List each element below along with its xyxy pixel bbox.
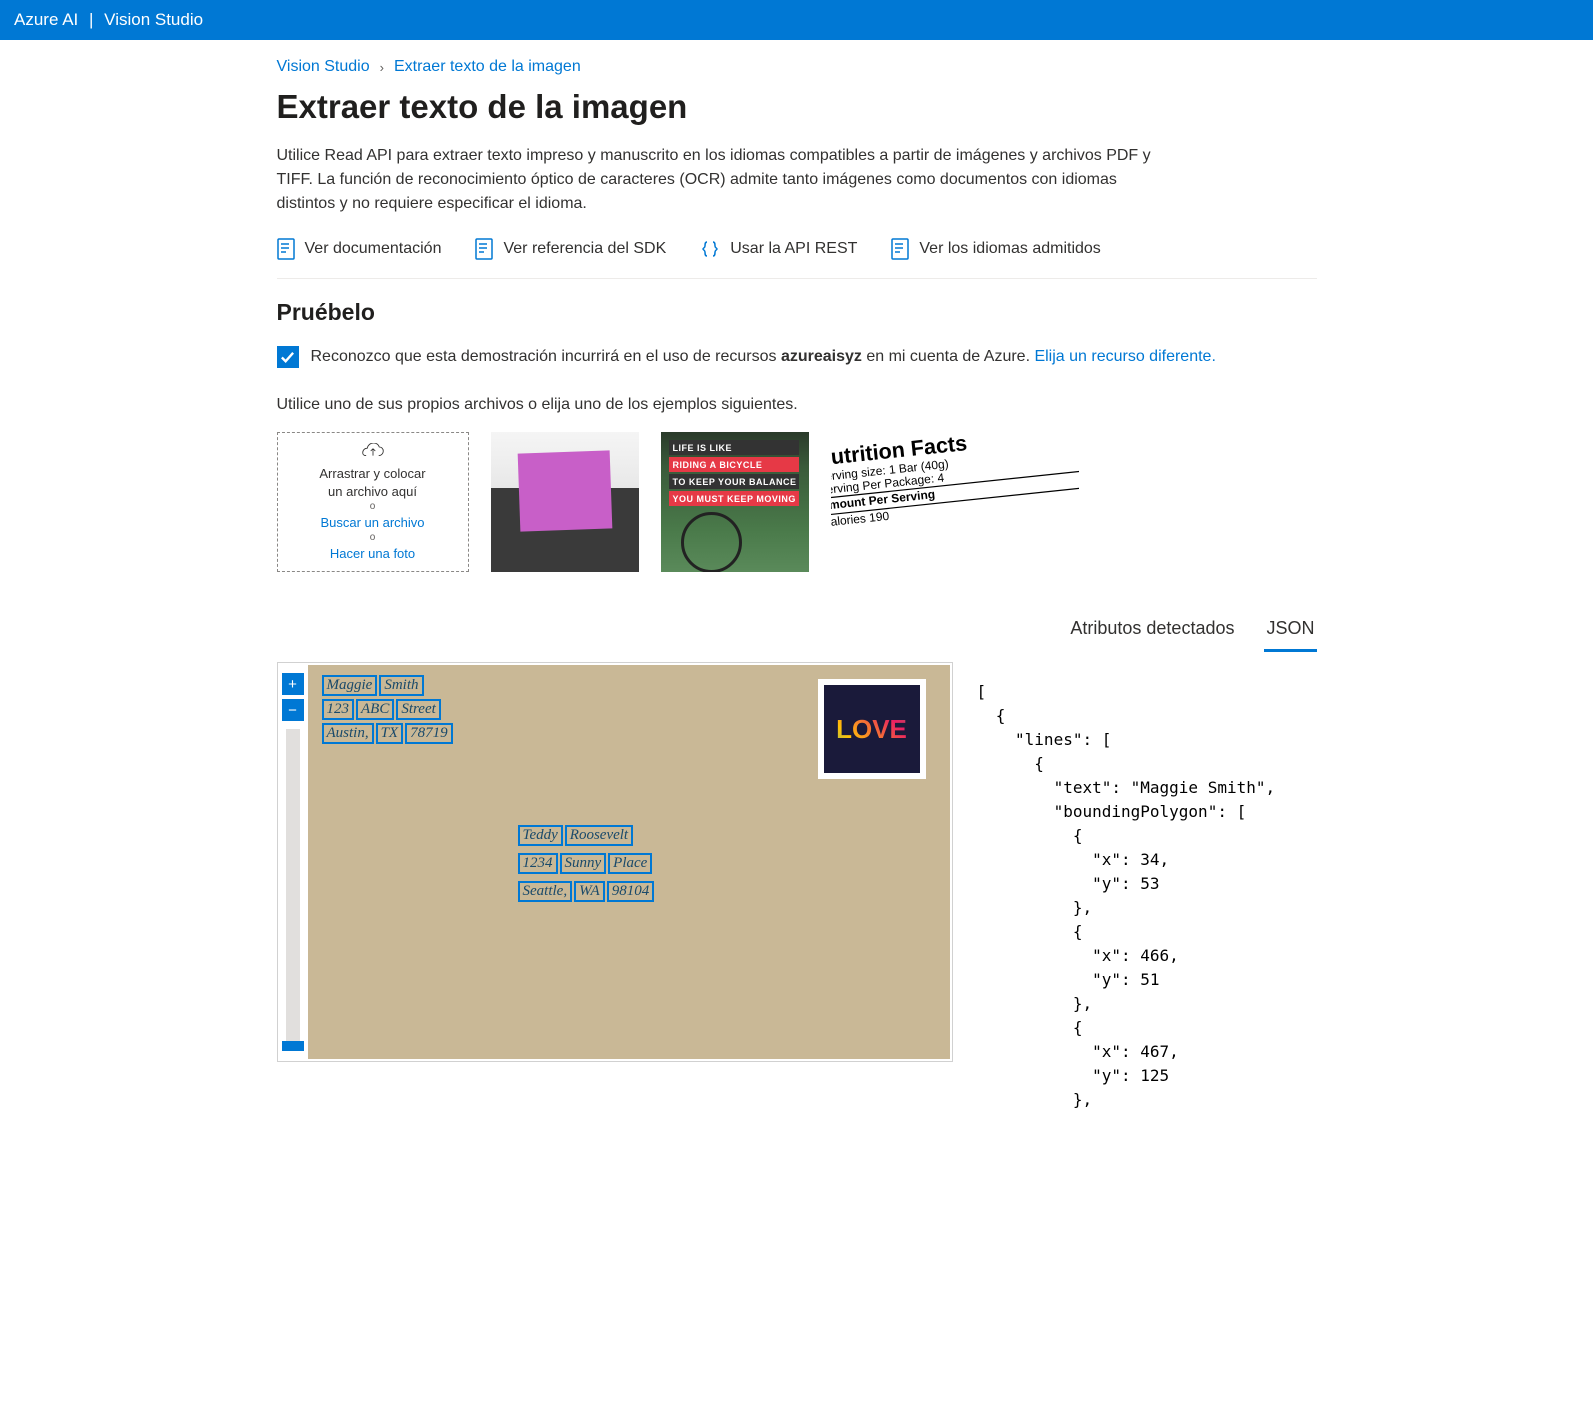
browse-file-link[interactable]: Buscar un archivo — [320, 515, 424, 530]
sample2-line3: TO KEEP YOUR BALANCE — [669, 474, 799, 489]
det-sender-state: TX — [376, 723, 404, 744]
brand-link[interactable]: Azure AI — [14, 10, 78, 29]
upload-or-1: o — [370, 502, 376, 512]
json-output[interactable]: [ { "lines": [ { "text": "Maggie Smith",… — [977, 662, 1276, 1112]
link-rest-api[interactable]: Usar la API REST — [700, 238, 857, 260]
link-supported-languages[interactable]: Ver los idiomas admitidos — [891, 238, 1100, 260]
check-icon — [280, 350, 295, 365]
upload-dropzone[interactable]: Arrastrar y colocar un archivo aquí o Bu… — [277, 432, 469, 572]
sample-image-nutrition[interactable]: Nutrition Facts Serving size: 1 Bar (40g… — [831, 432, 1079, 572]
sample2-line4: YOU MUST KEEP MOVING — [669, 491, 799, 506]
ack-resource-name: azureaisyz — [781, 348, 862, 365]
zoom-out-button[interactable]: − — [282, 699, 304, 721]
link-rest-label: Usar la API REST — [730, 240, 857, 258]
page-title: Extraer texto de la imagen — [277, 88, 1317, 126]
det-recip-state: WA — [574, 881, 605, 902]
upload-drag-label-1: Arrastrar y colocar — [319, 466, 425, 481]
det-sender-zip: 78719 — [405, 723, 453, 744]
cloud-upload-icon — [353, 443, 393, 459]
header-separator: | — [89, 10, 93, 29]
breadcrumb-root[interactable]: Vision Studio — [277, 58, 370, 76]
det-recip-st: Sunny — [560, 853, 607, 874]
acknowledgement-text: Reconozco que esta demostración incurrir… — [311, 346, 1216, 368]
braces-icon — [700, 239, 720, 259]
det-sender-st2: Street — [396, 699, 440, 720]
det-recip-zip: 98104 — [607, 881, 655, 902]
link-documentation-label: Ver documentación — [305, 240, 442, 258]
zoom-in-button[interactable]: + — [282, 673, 304, 695]
sample-instruction: Utilice uno de sus propios archivos o el… — [277, 396, 1317, 414]
det-recip-first: Teddy — [518, 825, 563, 846]
samples-row: Arrastrar y colocar un archivo aquí o Bu… — [277, 432, 1317, 572]
product-link[interactable]: Vision Studio — [104, 10, 203, 29]
acknowledgement-row: Reconozco que esta demostración incurrir… — [277, 346, 1317, 368]
take-photo-link[interactable]: Hacer una foto — [330, 546, 415, 561]
det-recip-st2: Place — [608, 853, 652, 874]
det-recip-city: Seattle, — [518, 881, 573, 902]
det-recip-last: Roosevelt — [565, 825, 633, 846]
page-description: Utilice Read API para extraer texto impr… — [277, 144, 1167, 216]
result-envelope-image[interactable]: MaggieSmith 123ABCStreet Austin,TX78719 … — [308, 665, 950, 1059]
doc-links-row: Ver documentación Ver referencia del SDK… — [277, 238, 1317, 279]
sample2-line1: LIFE IS LIKE — [669, 440, 799, 455]
det-sender-last: Smith — [379, 675, 423, 696]
document-icon — [891, 238, 909, 260]
upload-drag-label-2: un archivo aquí — [328, 484, 417, 499]
results-tabs: Atributos detectados JSON — [277, 612, 1317, 652]
breadcrumb-current: Extraer texto de la imagen — [394, 58, 581, 76]
zoom-control: + − — [278, 663, 308, 1061]
choose-different-resource-link[interactable]: Elija un recurso diferente. — [1034, 348, 1215, 365]
det-sender-st: ABC — [356, 699, 394, 720]
document-icon — [475, 238, 493, 260]
results-area: + − MaggieSmith 123ABCStreet Austin,TX78… — [277, 662, 1317, 1112]
sample-image-bicycle[interactable]: LIFE IS LIKE RIDING A BICYCLE TO KEEP YO… — [661, 432, 809, 572]
tab-json[interactable]: JSON — [1264, 612, 1316, 652]
chevron-right-icon: › — [380, 60, 384, 75]
sample-image-stickynote[interactable] — [491, 432, 639, 572]
link-languages-label: Ver los idiomas admitidos — [919, 240, 1100, 258]
det-sender-first: Maggie — [322, 675, 378, 696]
stamp-image — [818, 679, 926, 779]
ack-suffix: en mi cuenta de Azure. — [862, 348, 1035, 365]
link-sdk-reference[interactable]: Ver referencia del SDK — [475, 238, 666, 260]
acknowledgement-checkbox[interactable] — [277, 346, 299, 368]
zoom-slider-thumb[interactable] — [282, 1041, 304, 1051]
ack-prefix: Reconozco que esta demostración incurrir… — [311, 348, 781, 365]
det-sender-city: Austin, — [322, 723, 374, 744]
header-bar: Azure AI | Vision Studio — [0, 0, 1593, 40]
sample2-line2: RIDING A BICYCLE — [669, 457, 799, 472]
link-sdk-label: Ver referencia del SDK — [503, 240, 666, 258]
det-sender-num: 123 — [322, 699, 355, 720]
tab-detected-attributes[interactable]: Atributos detectados — [1068, 612, 1236, 652]
image-result-viewer: + − MaggieSmith 123ABCStreet Austin,TX78… — [277, 662, 953, 1062]
link-documentation[interactable]: Ver documentación — [277, 238, 442, 260]
document-icon — [277, 238, 295, 260]
upload-or-2: o — [370, 533, 376, 543]
tryout-heading: Pruébelo — [277, 299, 1317, 326]
det-recip-num: 1234 — [518, 853, 558, 874]
zoom-slider[interactable] — [286, 729, 300, 1051]
breadcrumb: Vision Studio › Extraer texto de la imag… — [277, 58, 1317, 76]
